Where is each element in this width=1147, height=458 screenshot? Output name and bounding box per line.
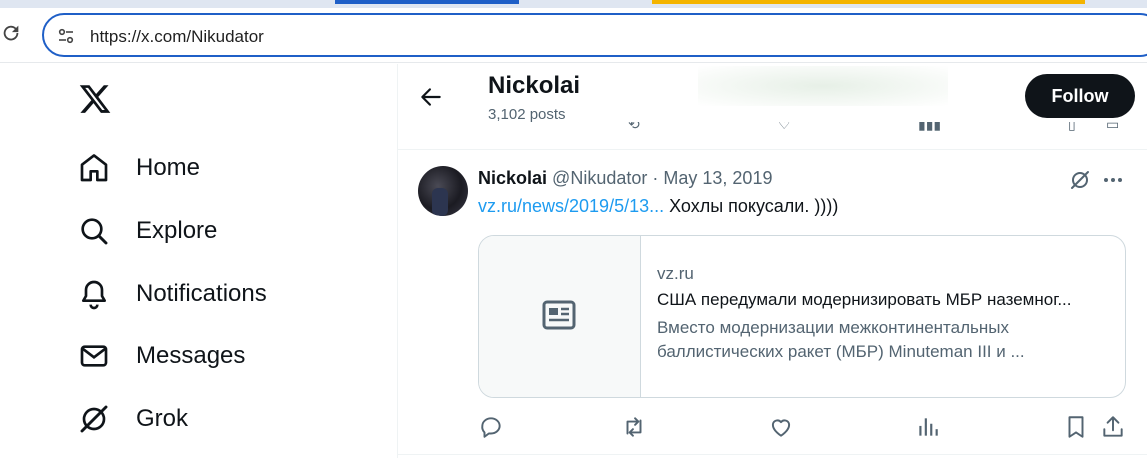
nav-item-explore[interactable]: Explore (78, 211, 217, 251)
nav-label-explore: Explore (136, 217, 218, 244)
nav-item-notifications[interactable]: Notifications (78, 274, 267, 314)
active-tab-indicator (335, 0, 519, 4)
left-nav: Home Explore Notifications Messages Grok (0, 64, 398, 458)
views-icon[interactable] (915, 414, 941, 440)
link-preview-card[interactable]: vz.ru США передумали модернизировать МБР… (478, 235, 1126, 398)
peek-views-icon: ▮▮▮ (918, 122, 942, 132)
previous-tweet-actions-peek: ⟲ ♡ ▮▮▮ ▯ ▭ (398, 122, 1147, 134)
peek-like-icon: ♡ (778, 122, 791, 132)
nav-item-messages[interactable]: Messages (78, 336, 245, 376)
nav-item-grok[interactable]: Grok (78, 399, 188, 439)
like-icon[interactable] (768, 414, 794, 440)
tweet-body: Хохлы покусали. )))) (664, 196, 839, 216)
tweet-separator: · (652, 168, 659, 188)
peek-bookmark-icon: ▯ (1068, 122, 1076, 132)
tweet-link[interactable]: vz.ru/news/2019/5/13... (478, 196, 664, 216)
follow-button[interactable]: Follow (1025, 74, 1135, 118)
search-icon (81, 218, 108, 245)
profile-header: Nickolai 3,102 posts Follow ⟲ ♡ ▮▮▮ ▯ ▭ (398, 64, 1147, 150)
tweet[interactable]: Nickolai @Nikudator · May 13, 2019 vz.ru… (398, 152, 1147, 458)
bell-icon (82, 280, 106, 310)
peek-share-icon: ▭ (1106, 122, 1120, 132)
tweet-text: vz.ru/news/2019/5/13... Хохлы покусали. … (478, 196, 838, 217)
header-banner-blur (698, 66, 948, 106)
reply-icon[interactable] (478, 414, 504, 440)
tweet-date[interactable]: May 13, 2019 (663, 168, 772, 188)
main-column: Nickolai 3,102 posts Follow ⟲ ♡ ▮▮▮ ▯ ▭ … (398, 64, 1147, 458)
tweet-header: Nickolai @Nikudator · May 13, 2019 (478, 168, 772, 189)
toolbar: https://x.com/Nikudator (0, 8, 1147, 63)
card-description: Вместо модернизации межконтинентальных б… (657, 318, 1025, 361)
tweet-author-name[interactable]: Nickolai (478, 168, 547, 188)
card-thumbnail (479, 236, 641, 397)
grok-icon (80, 405, 108, 433)
tab-strip (0, 0, 1147, 8)
card-title: США передумали модернизировать МБР назем… (657, 290, 1072, 309)
nav-label-messages: Messages (136, 342, 246, 369)
profile-name: Nickolai (488, 72, 581, 99)
card-body: vz.ru США передумали модернизировать МБР… (657, 264, 1112, 364)
nav-label-notifications: Notifications (136, 280, 267, 307)
reload-icon[interactable] (0, 22, 22, 44)
retweet-icon[interactable] (621, 414, 647, 440)
peek-retweet-icon: ⟲ (628, 122, 640, 132)
tab-group-indicator (652, 0, 1085, 4)
tweet-divider (398, 454, 1147, 455)
grok-icon[interactable] (1068, 168, 1092, 192)
url-text[interactable]: https://x.com/Nikudator (90, 27, 264, 47)
more-options-icon[interactable] (1101, 168, 1125, 192)
bookmark-icon[interactable] (1063, 414, 1089, 440)
home-icon (80, 154, 108, 182)
avatar[interactable] (418, 166, 468, 216)
mail-icon (80, 345, 108, 367)
tweet-author-handle[interactable]: @Nikudator (552, 168, 647, 188)
post-count: 3,102 posts (488, 106, 566, 123)
nav-item-home[interactable]: Home (78, 148, 200, 188)
tweet-actions (478, 414, 1138, 442)
article-icon (542, 300, 576, 330)
address-bar[interactable]: https://x.com/Nikudator (42, 13, 1147, 57)
nav-label-grok: Grok (136, 405, 189, 432)
x-logo-icon[interactable] (78, 82, 112, 116)
card-domain: vz.ru (657, 264, 694, 283)
nav-label-home: Home (136, 154, 201, 181)
site-settings-icon[interactable] (56, 26, 76, 46)
back-arrow-icon[interactable] (418, 84, 444, 110)
share-icon[interactable] (1100, 414, 1126, 440)
